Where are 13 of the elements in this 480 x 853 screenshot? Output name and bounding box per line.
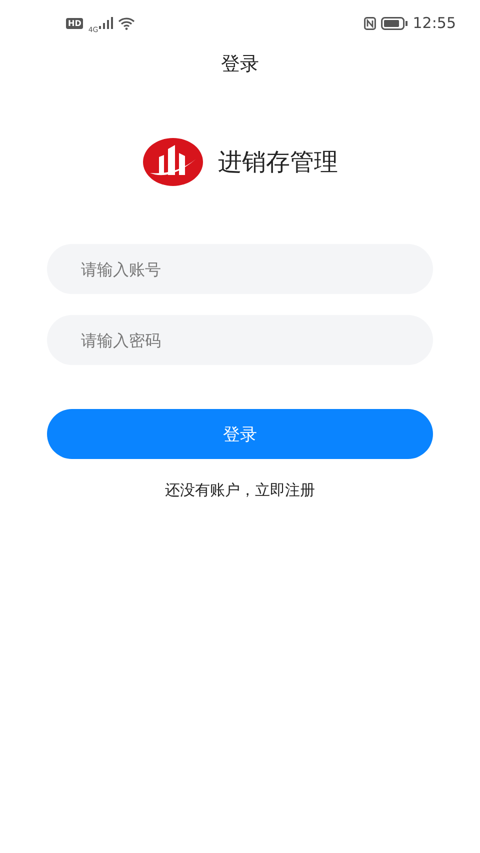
page-title: 登录: [220, 52, 260, 77]
signal-icon: [99, 17, 114, 29]
password-field[interactable]: 请输入密码: [47, 315, 433, 365]
hd-badge: HD: [66, 18, 84, 28]
nfc-icon: [364, 16, 376, 30]
account-field[interactable]: 请输入账号: [47, 244, 433, 294]
app-name: 进销存管理: [218, 147, 338, 178]
register-link[interactable]: 还没有账户，立即注册: [0, 481, 480, 500]
battery-icon: [380, 16, 408, 30]
logo-icon: [142, 137, 204, 187]
login-button[interactable]: 登录: [47, 409, 433, 459]
wifi-icon: [118, 16, 136, 30]
clock-time: 12:55: [412, 14, 456, 32]
